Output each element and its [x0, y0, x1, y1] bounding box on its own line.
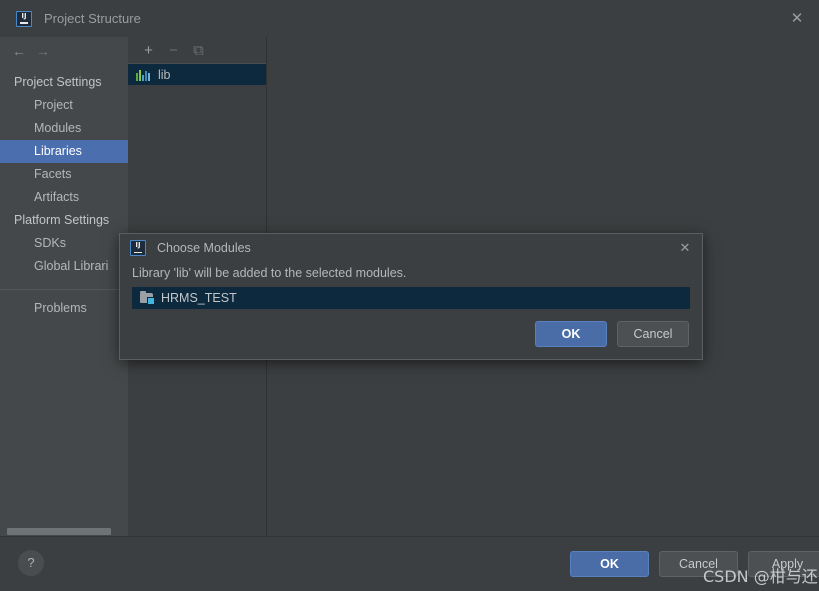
sidebar-item-artifacts[interactable]: Artifacts [0, 186, 128, 209]
sidebar-item-facets[interactable]: Facets [0, 163, 128, 186]
dialog-close-icon[interactable]: ✕ [678, 241, 692, 255]
window-title: Project Structure [44, 11, 141, 26]
dialog-action-buttons: OK Cancel [535, 321, 689, 347]
add-library-icon[interactable]: + [136, 39, 161, 61]
window-action-buttons: OK Cancel Apply [570, 551, 819, 577]
ok-button[interactable]: OK [570, 551, 649, 577]
sidebar-item-libraries[interactable]: Libraries [0, 140, 128, 163]
sidebar-nav-arrows: ← → [0, 37, 128, 64]
remove-library-icon[interactable]: − [161, 39, 186, 61]
forward-arrow-icon[interactable]: → [36, 44, 60, 58]
help-button[interactable]: ? [18, 550, 44, 576]
copy-library-icon[interactable]: ⧉ [186, 39, 211, 61]
dialog-ok-button[interactable]: OK [535, 321, 607, 347]
sidebar-item-global-libraries[interactable]: Global Librari [0, 255, 128, 278]
libraries-toolbar: + − ⧉ [128, 37, 267, 64]
settings-sidebar: ← → Project Settings Project Modules Lib… [0, 37, 128, 537]
window-bottom-bar: ? OK Cancel Apply [0, 536, 819, 591]
apply-button[interactable]: Apply [748, 551, 819, 577]
library-item-label: lib [158, 67, 171, 82]
project-structure-window: Project Structure ✕ ← → Project Settings… [0, 0, 819, 591]
dialog-message: Library 'lib' will be added to the selec… [132, 266, 407, 280]
back-arrow-icon[interactable]: ← [12, 44, 36, 58]
intellij-logo-icon [16, 10, 32, 27]
dialog-intellij-logo-icon [130, 240, 146, 256]
dialog-title: Choose Modules [157, 241, 251, 255]
sidebar-item-list: Project Settings Project Modules Librari… [0, 71, 128, 320]
sidebar-item-project[interactable]: Project [0, 94, 128, 117]
sidebar-item-modules[interactable]: Modules [0, 117, 128, 140]
library-icon [136, 69, 151, 81]
sidebar-item-platform-settings[interactable]: Platform Settings [0, 209, 128, 232]
dialog-cancel-button[interactable]: Cancel [617, 321, 689, 347]
choose-modules-dialog: Choose Modules ✕ Library 'lib' will be a… [119, 233, 703, 360]
sidebar-scrollbar-thumb[interactable] [7, 528, 111, 535]
sidebar-divider [0, 289, 128, 290]
library-list-item-lib[interactable]: lib [128, 64, 267, 85]
module-item-label: HRMS_TEST [161, 291, 237, 305]
sidebar-item-sdks[interactable]: SDKs [0, 232, 128, 255]
cancel-button[interactable]: Cancel [659, 551, 738, 577]
window-close-icon[interactable]: ✕ [789, 11, 805, 27]
module-folder-icon [140, 291, 155, 305]
sidebar-item-project-settings[interactable]: Project Settings [0, 71, 128, 94]
sidebar-item-problems[interactable]: Problems [0, 297, 128, 320]
dialog-title-bar: Choose Modules ✕ [120, 234, 702, 262]
module-list-item-hrms-test[interactable]: HRMS_TEST [132, 287, 690, 309]
window-title-bar: Project Structure ✕ [0, 0, 819, 37]
